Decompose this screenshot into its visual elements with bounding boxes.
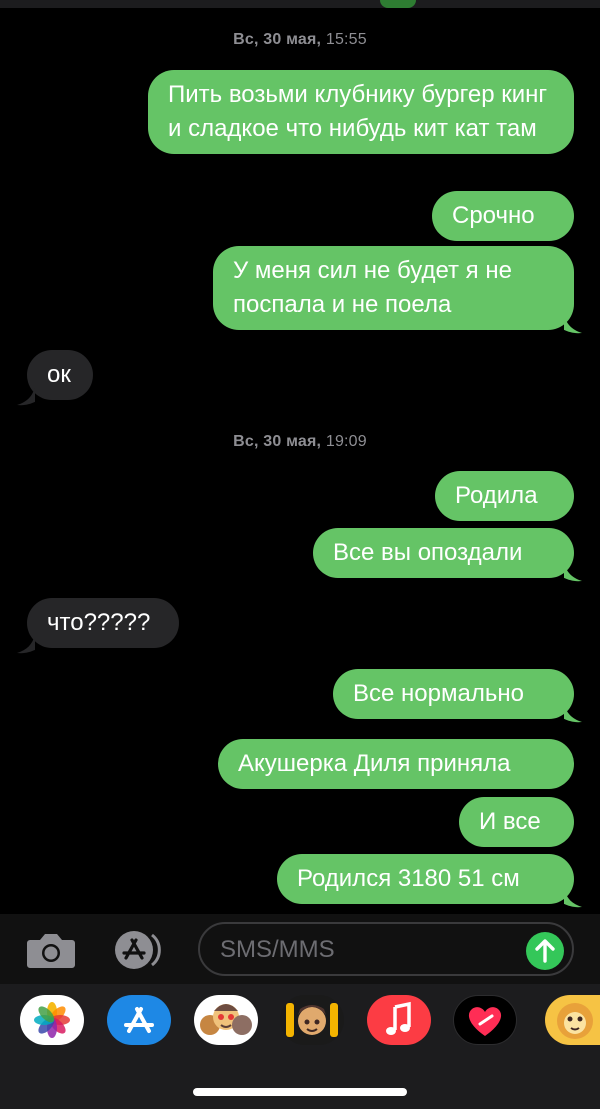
music-icon[interactable] [367, 995, 431, 1045]
message-bubble-outgoing[interactable]: Акушерка Диля приняла [218, 739, 574, 789]
memoji-stickers-icon[interactable] [194, 995, 258, 1045]
message-bubble-outgoing[interactable]: И все [459, 797, 574, 847]
message-bubble-outgoing[interactable]: Все вы опоздали [313, 528, 574, 578]
message-bubble-outgoing[interactable]: Срочно [432, 191, 574, 241]
message-input[interactable] [218, 934, 512, 966]
timestamp: Вс, 30 мая, 19:09 [233, 433, 367, 450]
bubble-tail [564, 314, 582, 334]
app-store-icon[interactable] [107, 995, 171, 1045]
message-bubble-outgoing[interactable]: Все нормально [333, 669, 574, 719]
bubble-tail [564, 888, 582, 908]
animoji-icon[interactable] [280, 995, 344, 1045]
bubble-tail [564, 703, 582, 723]
message-bubble-outgoing[interactable]: Пить возьми клубнику бургер кинг и сладк… [148, 70, 574, 154]
timestamp: Вс, 30 мая, 15:55 [233, 31, 367, 48]
bubble-tail [17, 634, 35, 654]
message-bubble-outgoing[interactable]: Родился 3180 51 см [277, 854, 574, 904]
message-bubble-outgoing[interactable]: Родила [435, 471, 574, 521]
bubble-tail [564, 562, 582, 582]
message-bubble-incoming[interactable]: что????? [27, 598, 179, 648]
home-indicator[interactable] [193, 1088, 407, 1096]
status-accent [380, 0, 416, 8]
send-arrow-icon[interactable] [526, 932, 564, 970]
app-store-icon[interactable] [112, 928, 170, 972]
message-input-field[interactable] [198, 922, 574, 976]
message-bubble-incoming[interactable]: ок [27, 350, 93, 400]
camera-icon[interactable] [24, 926, 78, 974]
sticker-app-icon[interactable] [545, 995, 600, 1045]
message-bubble-outgoing[interactable]: У меня сил не будет я не поспала и не по… [213, 246, 574, 330]
digital-touch-icon[interactable] [453, 995, 517, 1045]
top-edge [0, 0, 600, 8]
bubble-tail [17, 386, 35, 406]
photos-icon[interactable] [20, 995, 84, 1045]
